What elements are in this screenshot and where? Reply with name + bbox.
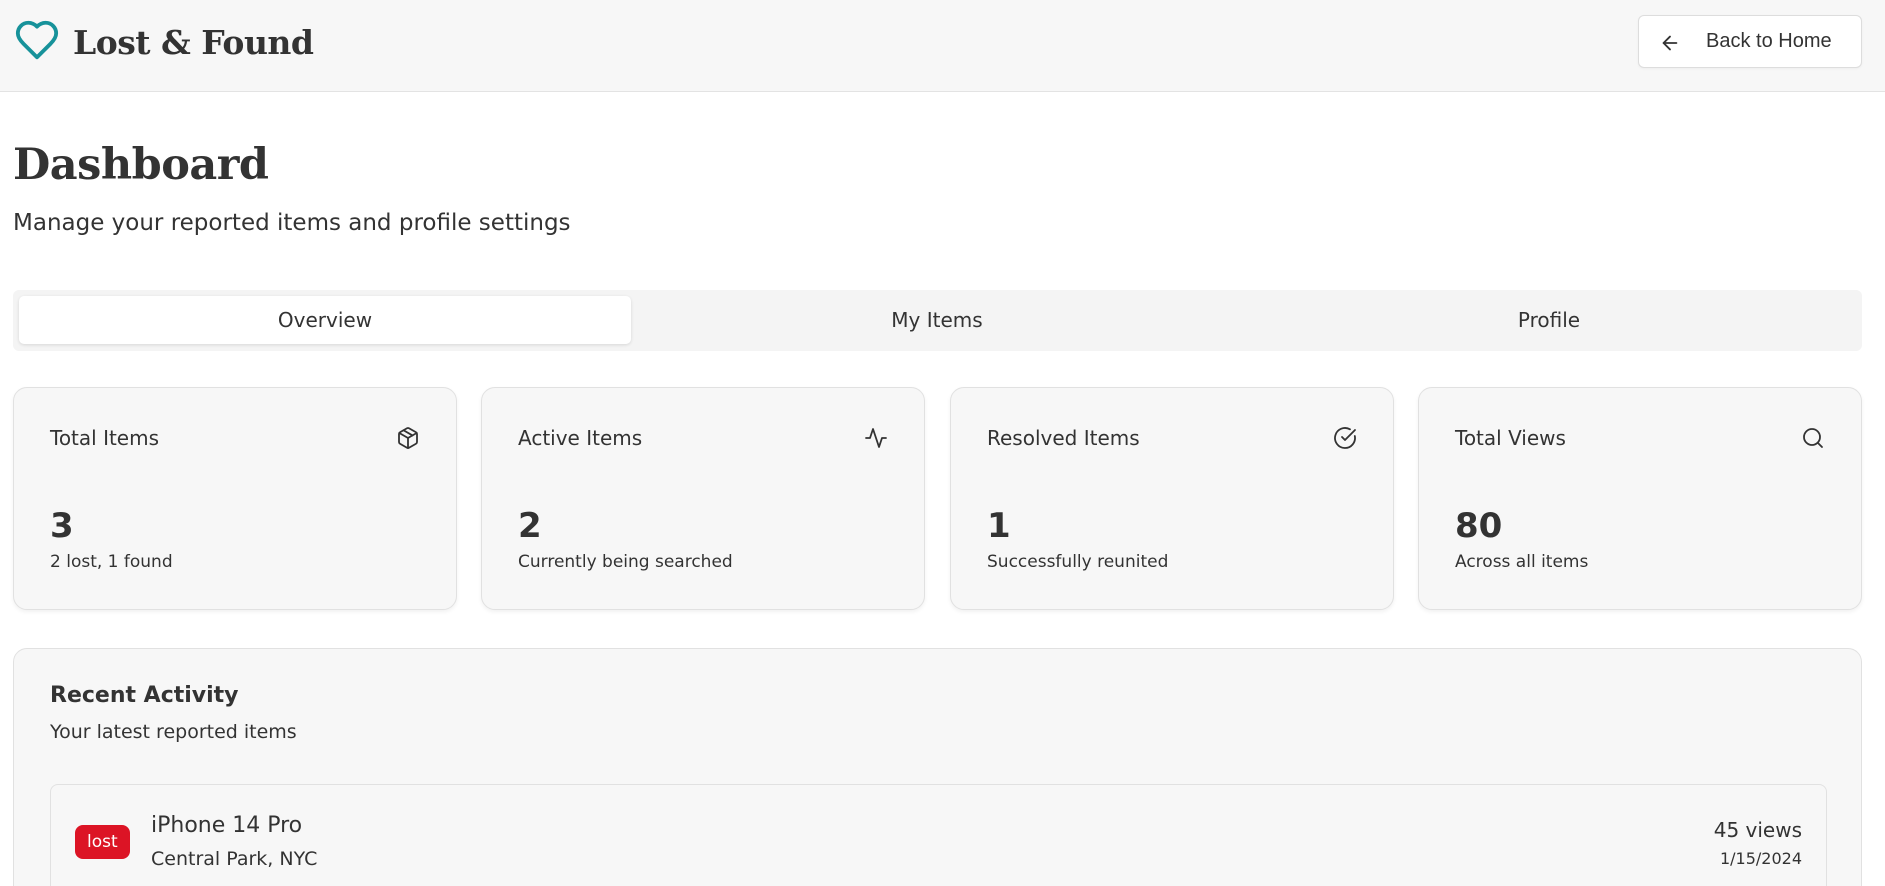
tab-profile[interactable]: Profile <box>1243 296 1855 344</box>
stat-value: 2 <box>518 506 542 546</box>
stat-title: Total Items <box>50 426 160 450</box>
stat-card-resolved-items: Resolved Items 1 Successfully reunited <box>950 387 1394 610</box>
page-subtitle: Manage your reported items and profile s… <box>13 210 571 236</box>
recent-activity-title: Recent Activity <box>50 683 239 708</box>
stat-card-total-views: Total Views 80 Across all items <box>1418 387 1862 610</box>
tab-overview[interactable]: Overview <box>19 296 631 344</box>
page-title: Dashboard <box>13 140 269 190</box>
arrow-left-icon <box>1662 35 1678 51</box>
dashboard-tabs: Overview My Items Profile <box>13 290 1862 351</box>
stat-title: Total Views <box>1455 426 1566 450</box>
item-views: 45 views <box>1713 818 1802 842</box>
item-date: 1/15/2024 <box>1719 849 1802 868</box>
app-name: Lost & Found <box>73 22 314 62</box>
recent-activity-panel: Recent Activity Your latest reported ite… <box>13 648 1862 886</box>
stat-title: Resolved Items <box>987 426 1140 450</box>
activity-icon <box>864 426 888 450</box>
search-icon <box>1801 426 1825 450</box>
list-item[interactable]: lost iPhone 14 Pro Central Park, NYC 45 … <box>50 784 1827 886</box>
stat-value: 1 <box>987 506 1011 546</box>
back-to-home-label: Back to Home <box>1706 30 1832 52</box>
stat-value: 80 <box>1455 506 1503 546</box>
stat-description: Currently being searched <box>518 552 733 572</box>
status-badge: lost <box>75 825 130 859</box>
stat-title: Active Items <box>518 426 643 450</box>
stat-value: 3 <box>50 506 74 546</box>
package-icon <box>396 426 420 450</box>
tab-my-items[interactable]: My Items <box>631 296 1243 344</box>
item-location: Central Park, NYC <box>151 848 318 870</box>
recent-activity-subtitle: Your latest reported items <box>50 721 297 743</box>
check-circle-icon <box>1333 426 1357 450</box>
heart-icon <box>14 17 60 67</box>
logo[interactable]: Lost & Found <box>14 17 314 67</box>
back-to-home-button[interactable]: Back to Home <box>1638 15 1862 68</box>
app-header: Lost & Found Back to Home <box>0 0 1885 92</box>
item-title: iPhone 14 Pro <box>151 813 303 838</box>
stat-description: Across all items <box>1455 552 1589 572</box>
stat-card-total-items: Total Items 3 2 lost, 1 found <box>13 387 457 610</box>
stat-description: Successfully reunited <box>987 552 1169 572</box>
stat-card-active-items: Active Items 2 Currently being searched <box>481 387 925 610</box>
stat-description: 2 lost, 1 found <box>50 552 173 572</box>
